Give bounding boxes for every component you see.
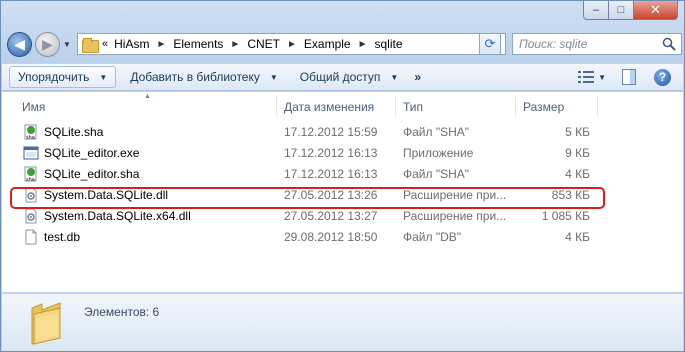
file-size: 9 КБ [565, 146, 590, 160]
file-name: System.Data.SQLite.x64.dll [44, 209, 191, 223]
file-row[interactable]: sha SQLite.sha 17.12.2012 15:59 Файл "SH… [2, 122, 683, 143]
arrow-right-icon: ▶ [42, 36, 53, 52]
breadcrumb-separator-icon[interactable]: ► [287, 39, 297, 50]
file-row[interactable]: test.db 29.08.2012 18:50 Файл "DB" 4 КБ [2, 227, 683, 248]
search-placeholder: Поиск: sqlite [519, 37, 588, 51]
exe-file-icon [23, 146, 39, 160]
file-date: 17.12.2012 15:59 [284, 125, 378, 139]
breadcrumb-item[interactable]: HiAsm [114, 37, 149, 51]
file-type: Расширение при... [403, 209, 507, 223]
sha-file-icon: sha [24, 166, 37, 182]
svg-text:sha: sha [26, 135, 35, 140]
file-rows: sha SQLite.sha 17.12.2012 15:59 Файл "SH… [2, 122, 683, 248]
column-divider[interactable] [597, 96, 598, 116]
add-to-library-button[interactable]: Добавить в библиотеку ▼ [122, 66, 285, 88]
caption-buttons: – □ ✕ [583, 1, 678, 20]
item-count: Элементов: 6 [84, 305, 160, 319]
file-name: SQLite.sha [44, 125, 104, 139]
file-date: 17.12.2012 16:13 [284, 167, 378, 181]
file-name: test.db [44, 230, 81, 244]
file-name: SQLite_editor.sha [44, 167, 140, 181]
breadcrumb-item[interactable]: Example [304, 37, 351, 51]
file-date: 29.08.2012 18:50 [284, 230, 378, 244]
navigation-bar: ◀ ▶ ▼ « HiAsm ► Elements ► CNET ► Exampl… [5, 30, 682, 60]
file-list: ▲ Имя Дата изменения Тип Размер sha SQLi… [2, 92, 683, 292]
db-file-icon [25, 229, 37, 245]
sort-ascending-icon: ▲ [144, 93, 151, 100]
share-label: Общий доступ [299, 70, 381, 84]
file-row[interactable]: System.Data.SQLite.x64.dll 27.05.2012 13… [2, 206, 683, 227]
chevron-down-icon: ▼ [390, 72, 399, 82]
view-options-dropdown-icon[interactable]: ▼ [598, 73, 606, 82]
file-size: 5 КБ [565, 125, 590, 139]
svg-text:sha: sha [26, 177, 35, 182]
recent-pages-dropdown[interactable]: ▼ [63, 40, 71, 49]
breadcrumb-separator-icon[interactable]: ► [230, 39, 240, 50]
file-type: Файл "SHA" [403, 167, 470, 181]
highlight-annotation [10, 187, 605, 209]
help-icon[interactable]: ? [654, 68, 671, 86]
maximize-button[interactable]: □ [609, 1, 634, 20]
explorer-window: – □ ✕ ◀ ▶ ▼ « HiAsm ► Elements ► CNET ► … [0, 0, 685, 352]
search-icon[interactable] [662, 37, 676, 51]
breadcrumb-item[interactable]: sqlite [374, 37, 402, 51]
file-size: 4 КБ [565, 167, 590, 181]
forward-button[interactable]: ▶ [35, 32, 60, 57]
address-bar[interactable]: « HiAsm ► Elements ► CNET ► Example ► sq… [77, 33, 506, 55]
add-to-library-label: Добавить в библиотеку [130, 70, 260, 84]
refresh-button[interactable]: ⟳ [479, 33, 501, 55]
file-type: Файл "DB" [403, 230, 462, 244]
file-row[interactable]: SQLite_editor.exe 17.12.2012 16:13 Прило… [2, 143, 683, 164]
column-header-type[interactable]: Тип [403, 97, 423, 116]
search-input[interactable]: Поиск: sqlite [512, 33, 682, 55]
details-pane: Элементов: 6 [2, 293, 683, 351]
preview-pane-icon[interactable] [622, 69, 636, 85]
column-header-size[interactable]: Размер [523, 97, 564, 116]
more-commands-button[interactable]: » [414, 70, 421, 84]
file-date: 27.05.2012 13:27 [284, 209, 378, 223]
share-button[interactable]: Общий доступ ▼ [292, 66, 407, 88]
chevron-down-icon: ▼ [269, 72, 278, 82]
column-divider[interactable] [515, 96, 516, 116]
file-size: 1 085 КБ [541, 209, 590, 223]
folder-icon [31, 302, 61, 345]
file-date: 17.12.2012 16:13 [284, 146, 378, 160]
file-name: SQLite_editor.exe [44, 146, 140, 160]
breadcrumb-separator-icon[interactable]: ► [358, 39, 368, 50]
breadcrumb-separator-icon[interactable]: ► [156, 39, 166, 50]
back-button[interactable]: ◀ [7, 32, 32, 57]
sha-file-icon: sha [24, 124, 37, 140]
file-row[interactable]: sha SQLite_editor.sha 17.12.2012 16:13 Ф… [2, 164, 683, 185]
column-header-name[interactable]: Имя [22, 97, 45, 116]
details-view-icon[interactable] [578, 70, 595, 84]
column-divider[interactable] [276, 96, 277, 116]
breadcrumb-item[interactable]: Elements [173, 37, 223, 51]
refresh-icon: ⟳ [484, 36, 496, 51]
column-header-date[interactable]: Дата изменения [284, 97, 374, 116]
close-button[interactable]: ✕ [634, 1, 678, 20]
breadcrumb: « HiAsm ► Elements ► CNET ► Example ► sq… [102, 37, 403, 51]
file-type: Файл "SHA" [403, 125, 470, 139]
dll-file-icon [25, 208, 37, 224]
minimize-button[interactable]: – [583, 1, 609, 20]
column-divider[interactable] [395, 96, 396, 116]
view-controls: ▼ ? [578, 64, 683, 90]
breadcrumb-overflow[interactable]: « [102, 38, 108, 50]
file-type: Приложение [403, 146, 474, 160]
arrow-left-icon: ◀ [14, 36, 25, 52]
file-size: 4 КБ [565, 230, 590, 244]
organize-button[interactable]: Упорядочить ▼ [9, 66, 117, 88]
chevron-down-icon: ▼ [99, 72, 108, 82]
breadcrumb-item[interactable]: CNET [247, 37, 280, 51]
folder-icon [82, 37, 99, 53]
organize-label: Упорядочить [18, 70, 90, 84]
command-bar: Упорядочить ▼ Добавить в библиотеку ▼ Об… [2, 63, 683, 91]
